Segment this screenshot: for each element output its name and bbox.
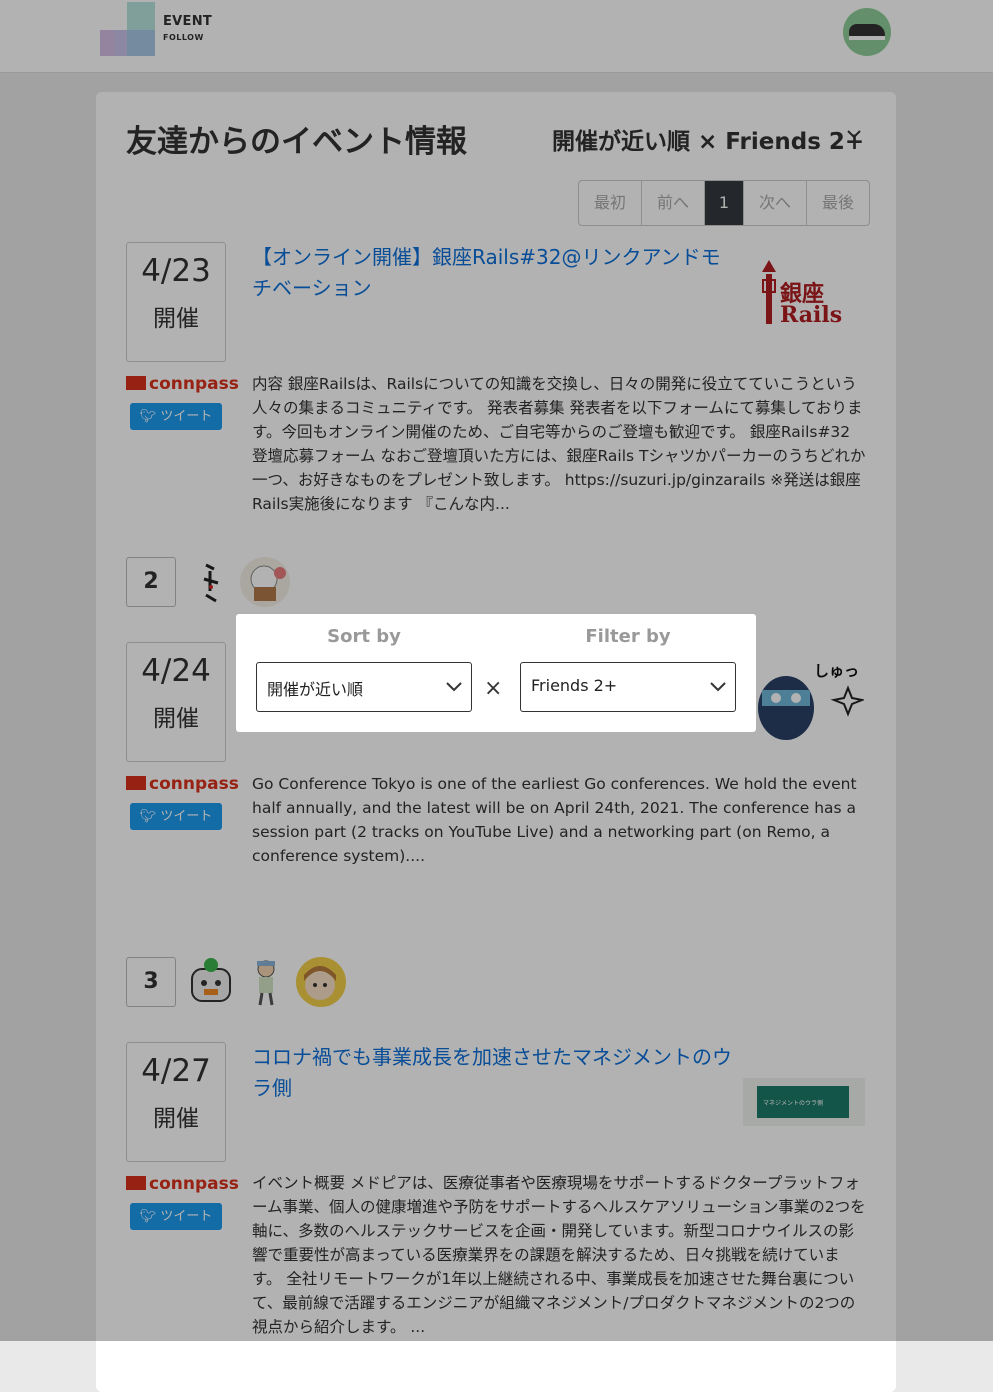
sort-select-value: 開催が近い順: [267, 680, 364, 699]
sort-select[interactable]: 開催が近い順: [256, 662, 472, 712]
chevron-down-icon: [710, 682, 726, 692]
chevron-down-icon: [446, 682, 462, 692]
times-icon: ×: [484, 676, 503, 701]
filter-select-value: Friends 2+: [531, 676, 618, 695]
sort-by-label: Sort by: [327, 626, 401, 647]
sort-filter-modal: Sort by Filter by 開催が近い順 × Friends 2+: [236, 614, 756, 732]
filter-select[interactable]: Friends 2+: [520, 662, 736, 712]
filter-by-label: Filter by: [585, 626, 671, 647]
